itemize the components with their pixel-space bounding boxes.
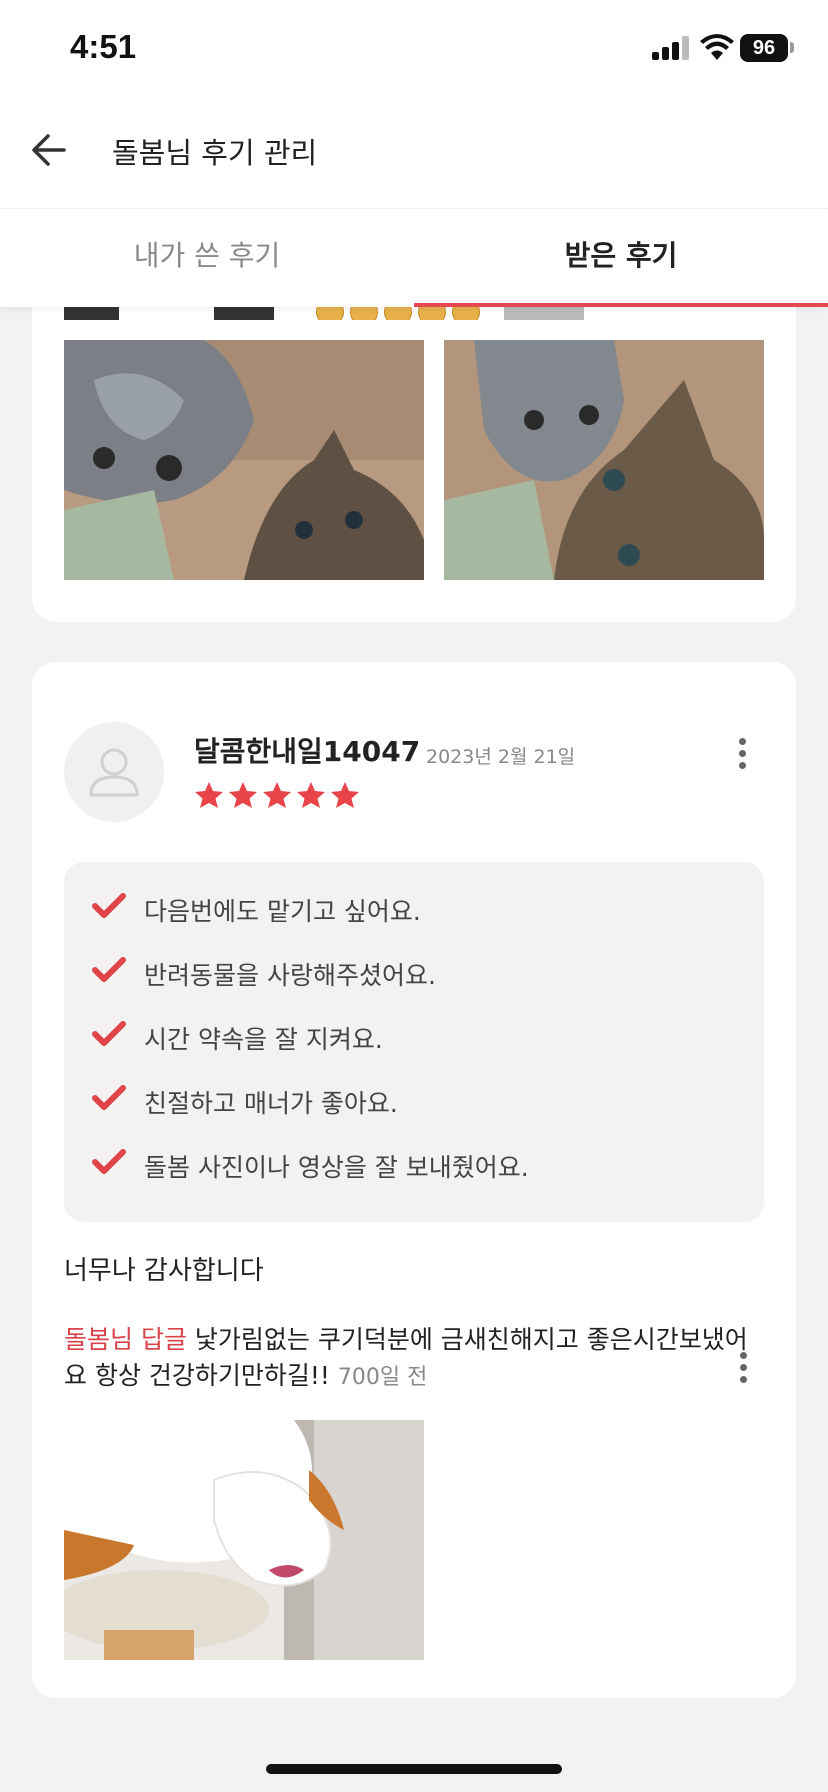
battery-level: 96 <box>740 34 788 62</box>
user-placeholder-icon <box>89 748 139 797</box>
status-time: 4:51 <box>70 28 137 65</box>
review-more-options-icon[interactable] <box>737 738 747 774</box>
review-date: 2023년 2월 21일 <box>426 746 576 768</box>
check-icon <box>92 957 126 982</box>
review-comment: 너무나 감사합니다 <box>64 1256 264 1286</box>
home-indicator[interactable] <box>266 1764 562 1774</box>
app-header: 돌봄님 후기 관리 <box>0 100 828 209</box>
battery-nub <box>790 42 794 53</box>
cellular-signal-icon <box>652 36 692 60</box>
star-icon <box>229 782 257 808</box>
reviewer-name: 달콤한내일14047 <box>194 735 421 768</box>
review-checklist: 다음번에도 맡기고 싶어요. 반려동물을 사랑해주셨어요. 시간 약속을 잘 지… <box>64 862 764 1222</box>
check-icon <box>92 893 126 918</box>
review-tabs: 내가 쓴 후기 받은 후기 <box>0 209 828 307</box>
active-tab-indicator <box>414 303 828 307</box>
back-arrow-icon[interactable] <box>28 130 68 170</box>
star-icon <box>195 782 223 808</box>
tab-received-reviews[interactable]: 받은 후기 <box>414 209 828 307</box>
reply-more-options-icon[interactable] <box>738 1352 748 1388</box>
reply-label: 돌봄님 답글 <box>64 1325 187 1354</box>
page-title: 돌봄님 후기 관리 <box>112 136 318 170</box>
reply-timestamp: 700일 전 <box>337 1365 428 1390</box>
tab-written-reviews[interactable]: 내가 쓴 후기 <box>0 209 414 307</box>
star-icon <box>297 782 325 808</box>
reply-photo-cat[interactable] <box>64 1420 424 1660</box>
status-bar: 4:51 96 <box>0 0 828 100</box>
review-photo-cats-2[interactable] <box>444 340 764 580</box>
check-icon <box>92 1149 126 1174</box>
reviewer-avatar <box>64 722 164 822</box>
star-icon <box>331 782 359 808</box>
star-rating <box>194 780 364 816</box>
wifi-icon <box>700 34 734 60</box>
check-icon <box>92 1085 126 1110</box>
review-photo-cats-1[interactable] <box>64 340 424 580</box>
review-card: 달콤한내일14047 2023년 2월 21일 다음번에도 맡기고 싶어요. 반… <box>32 662 796 1698</box>
check-icon <box>92 1021 126 1046</box>
star-icon <box>263 782 291 808</box>
caregiver-reply: 돌봄님 답글 낯가림없는 쿠기덕분에 금새친해지고 좋은시간보냈어요 항상 건강… <box>64 1322 754 1396</box>
